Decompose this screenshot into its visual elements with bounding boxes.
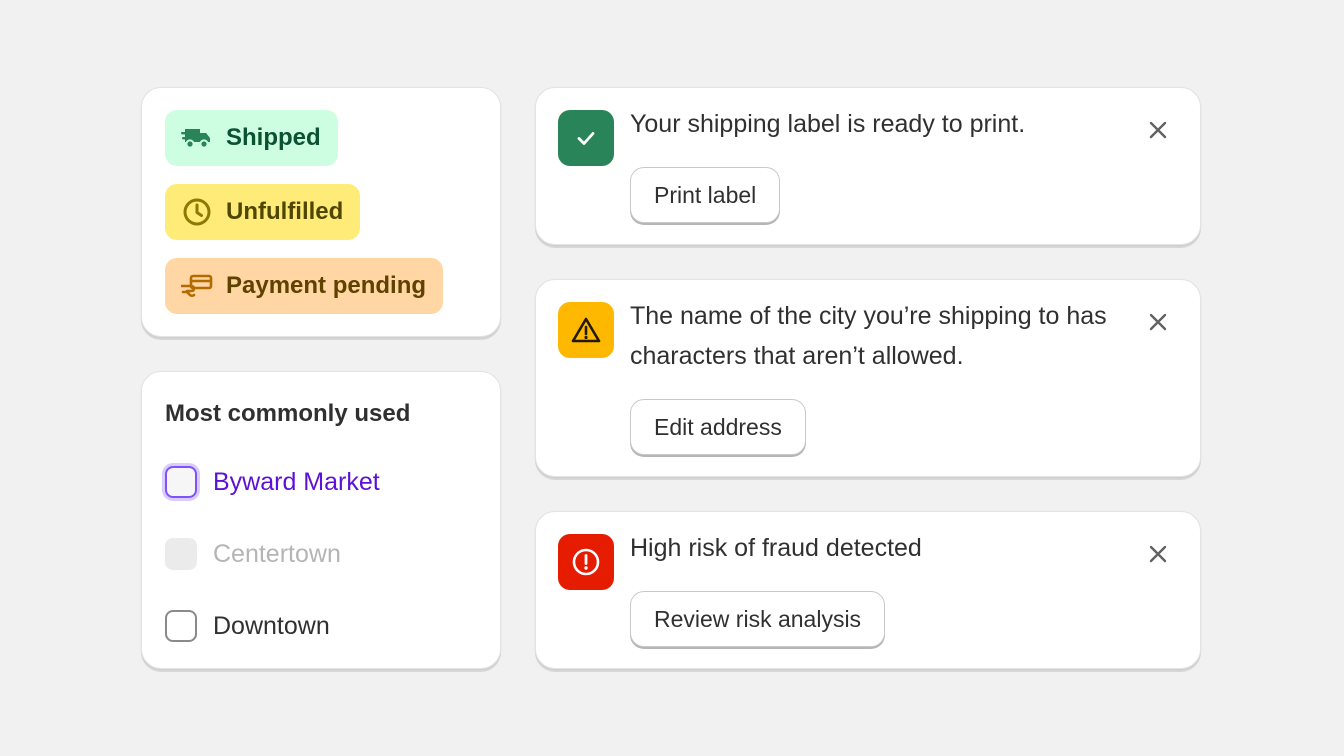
success-banner: Your shipping label is ready to print. P… bbox=[535, 87, 1201, 245]
checkbox-row-downtown[interactable]: Downtown bbox=[165, 610, 330, 642]
close-icon[interactable] bbox=[1146, 118, 1170, 142]
banner-message: High risk of fraud detected bbox=[630, 534, 922, 562]
checkbox-label: Centertown bbox=[213, 539, 341, 568]
close-icon[interactable] bbox=[1146, 310, 1170, 334]
banner-message: Your shipping label is ready to print. bbox=[630, 110, 1026, 138]
banner-message: The name of the city you’re shipping to … bbox=[630, 302, 1107, 370]
clock-icon bbox=[181, 196, 213, 228]
critical-banner: High risk of fraud detected Review risk … bbox=[535, 511, 1201, 669]
review-risk-analysis-button[interactable]: Review risk analysis bbox=[630, 591, 886, 647]
alert-circle-icon bbox=[558, 534, 614, 590]
alert-triangle-icon bbox=[558, 302, 614, 358]
checkbox-label: Byward Market bbox=[213, 467, 380, 496]
checkbox-disabled bbox=[165, 538, 197, 570]
checkmark-icon bbox=[558, 110, 614, 166]
edit-address-button[interactable]: Edit address bbox=[630, 399, 806, 455]
unfulfilled-badge: Unfulfilled bbox=[165, 184, 361, 240]
checkbox-label: Downtown bbox=[213, 611, 330, 640]
badge-label: Payment pending bbox=[226, 272, 427, 299]
checkbox-row-byward-market[interactable]: Byward Market bbox=[165, 466, 380, 498]
checkbox-row-centertown: Centertown bbox=[165, 538, 341, 570]
shipped-badge: Shipped bbox=[165, 110, 338, 166]
checkbox[interactable] bbox=[165, 466, 197, 498]
print-label-button[interactable]: Print label bbox=[630, 167, 781, 223]
delivery-truck-icon bbox=[181, 122, 213, 154]
hand-card-icon bbox=[181, 270, 213, 302]
list-title: Most commonly used bbox=[165, 400, 411, 427]
badge-label: Unfulfilled bbox=[226, 198, 344, 225]
location-choice-list: Most commonly used Byward Market Centert… bbox=[141, 371, 501, 669]
close-icon[interactable] bbox=[1146, 542, 1170, 566]
payment-pending-badge: Payment pending bbox=[165, 258, 444, 314]
warning-banner: The name of the city you’re shipping to … bbox=[535, 279, 1201, 477]
badge-label: Shipped bbox=[226, 124, 321, 151]
status-badges-card: Shipped Unfulfilled Payment pending bbox=[141, 87, 501, 337]
checkbox[interactable] bbox=[165, 610, 197, 642]
